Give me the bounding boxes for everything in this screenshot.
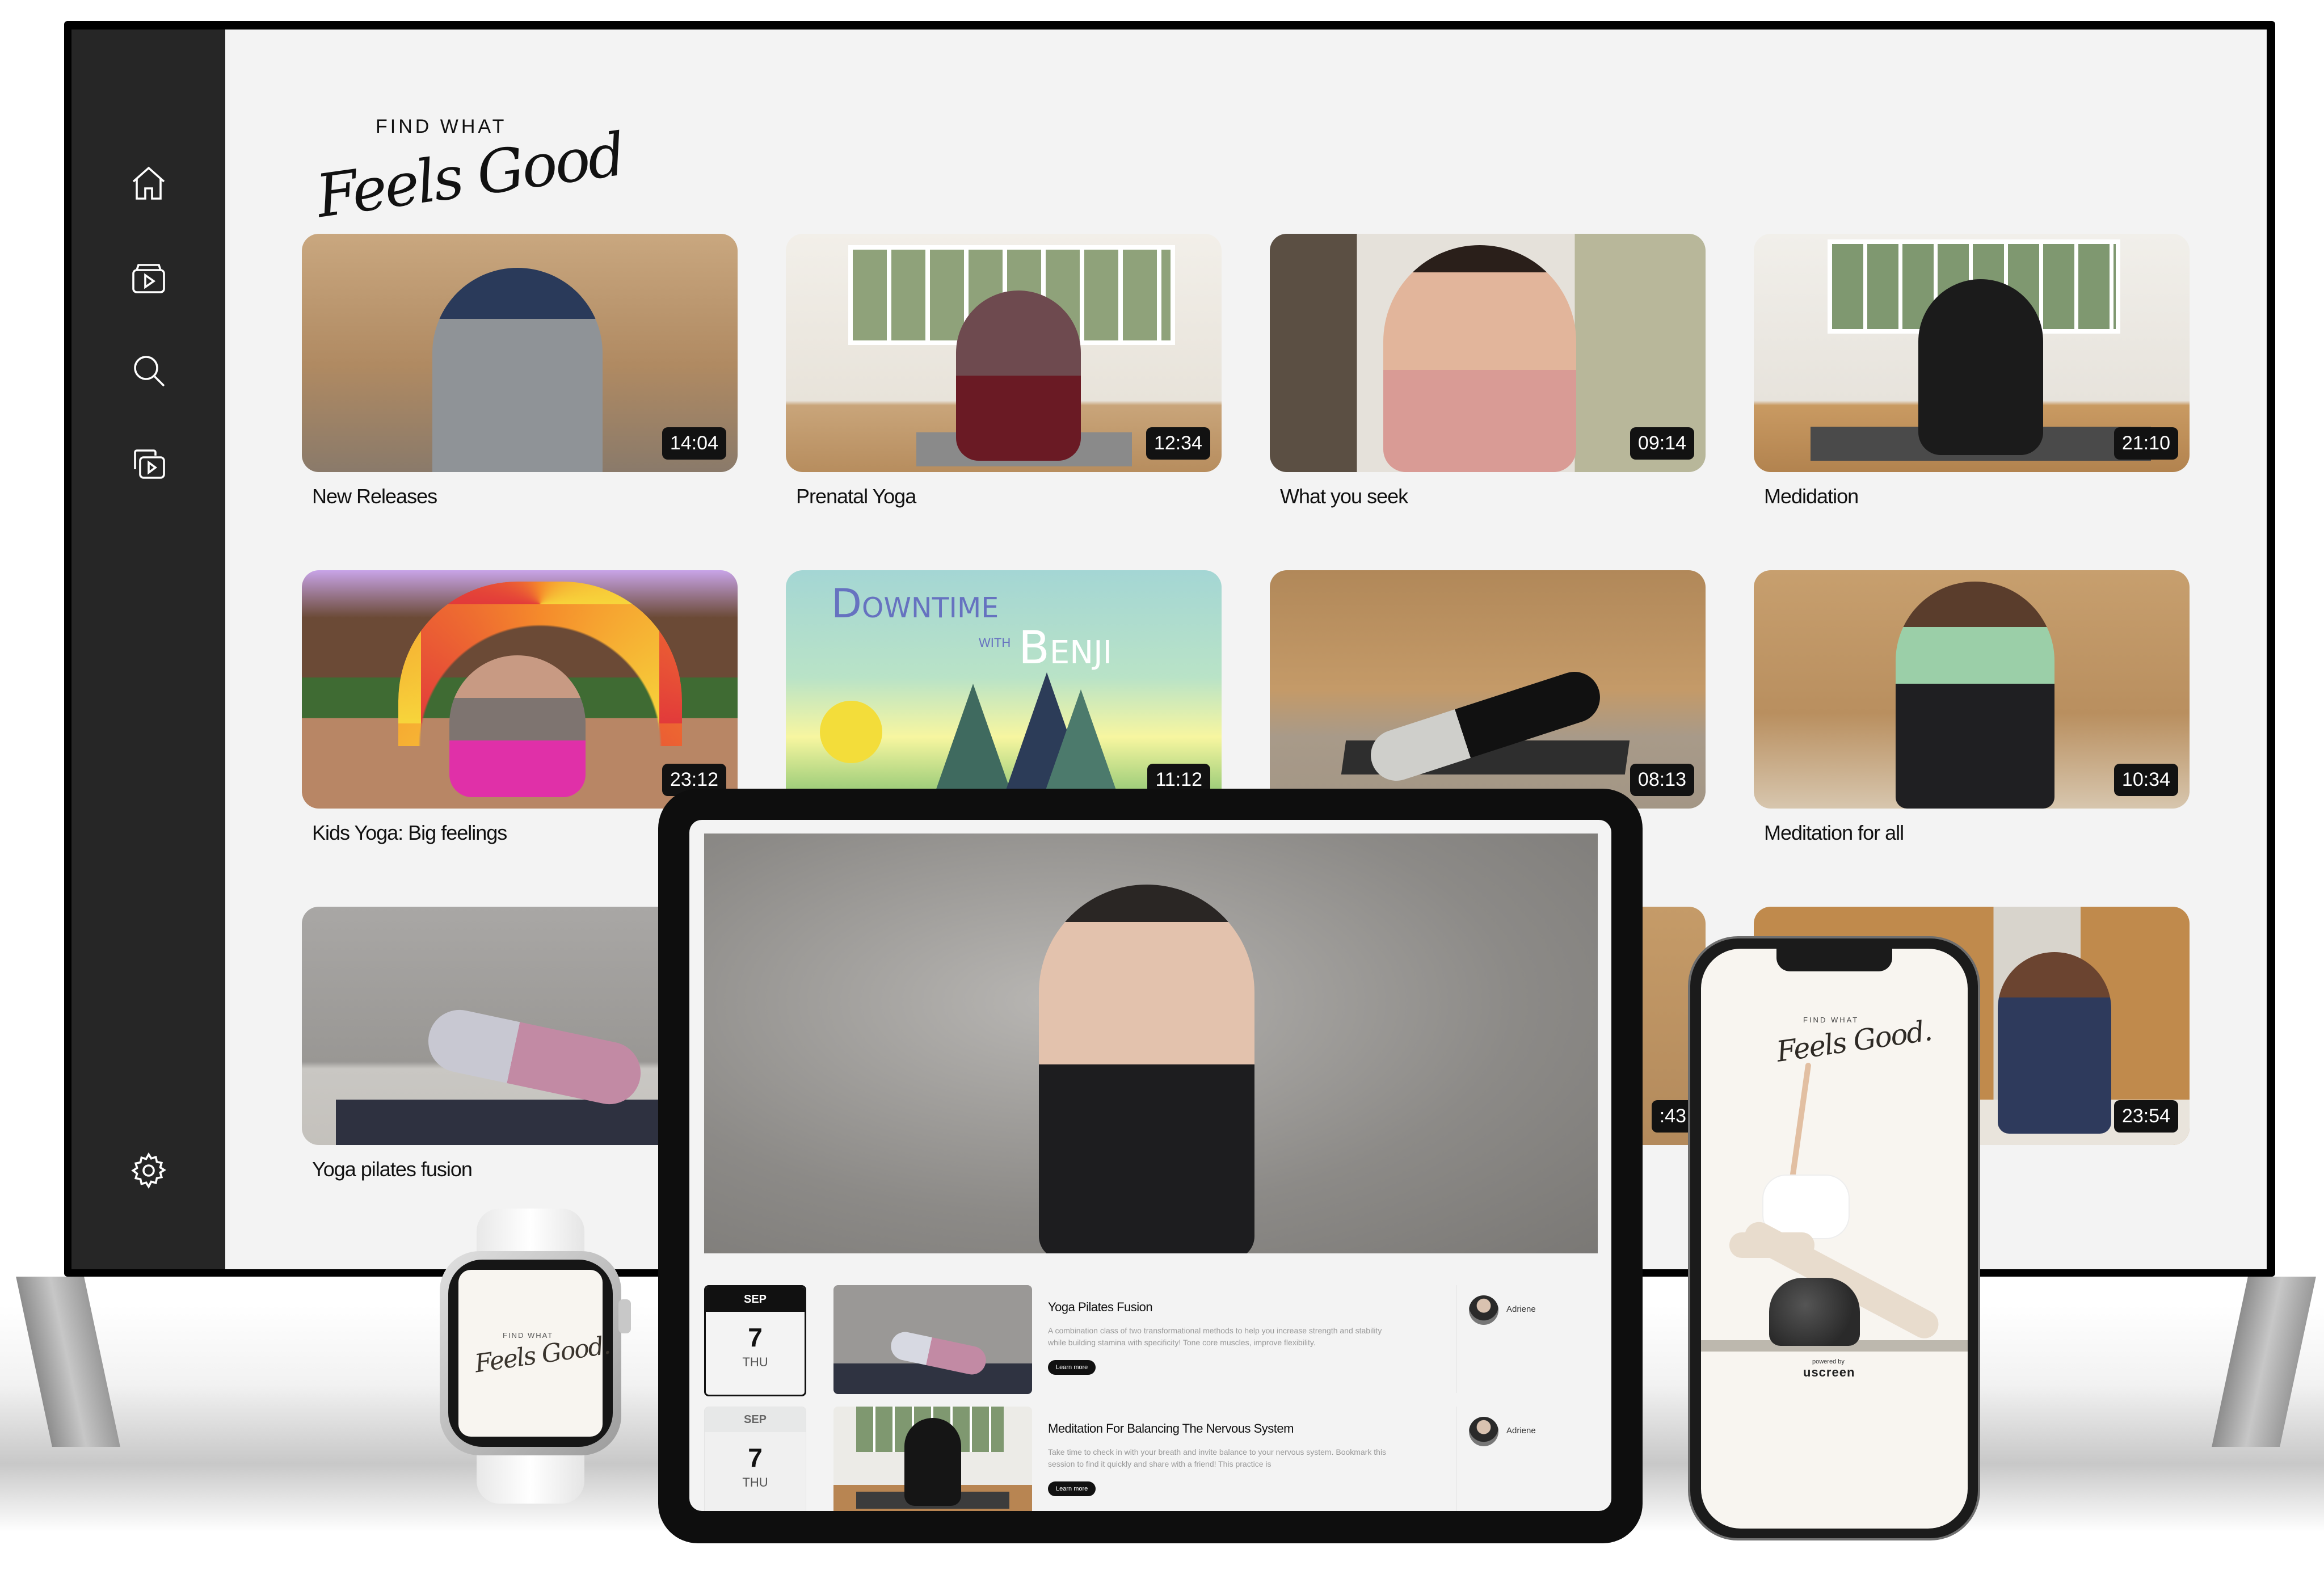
event-row[interactable]: SEP 7 THU Meditation For Balancing The N… bbox=[704, 1407, 1598, 1511]
instructor-arm bbox=[1789, 1062, 1812, 1181]
author-name[interactable]: Adriene bbox=[1506, 1426, 1536, 1436]
video-title: New Releases bbox=[312, 485, 437, 508]
phone-notch bbox=[1776, 949, 1892, 971]
instructor-leg bbox=[1729, 1232, 1814, 1258]
hero-video[interactable] bbox=[704, 834, 1598, 1253]
event-description: Take time to check in with your breath a… bbox=[1048, 1447, 1387, 1468]
date-month: SEP bbox=[706, 1287, 805, 1312]
date-badge: SEP 7 THU bbox=[704, 1407, 806, 1511]
event-row[interactable]: SEP 7 THU Yoga Pilates Fusion A combinat… bbox=[704, 1285, 1598, 1399]
dog bbox=[1769, 1278, 1860, 1346]
video-thumbnail[interactable]: 10:34 bbox=[1754, 570, 2190, 809]
video-title: Prenatal Yoga bbox=[796, 485, 916, 508]
video-thumbnail[interactable]: 23:12 bbox=[302, 570, 738, 809]
search-icon[interactable] bbox=[128, 350, 169, 391]
duration-badge: 21:10 bbox=[2114, 427, 2178, 460]
duration-badge: 09:14 bbox=[1630, 427, 1694, 460]
art-title: Downtime bbox=[831, 580, 999, 627]
event-title: Yoga Pilates Fusion bbox=[1048, 1300, 1153, 1314]
sidebar bbox=[71, 30, 225, 1269]
watch-logo-small: FIND WHAT bbox=[503, 1331, 554, 1340]
video-title: What you seek bbox=[1280, 485, 1408, 508]
video-library-icon[interactable] bbox=[128, 256, 169, 297]
event-title: Meditation For Balancing The Nervous Sys… bbox=[1048, 1421, 1294, 1436]
art-with: with bbox=[979, 635, 1011, 650]
instructor-figure bbox=[1039, 885, 1254, 1253]
phone-screen: FIND WHAT Feels Good. powered by uscreen bbox=[1701, 949, 1968, 1529]
date-weekday: THU bbox=[742, 1355, 768, 1369]
event-thumbnail[interactable] bbox=[833, 1407, 1032, 1511]
instructor-figure bbox=[432, 268, 603, 472]
instructor-figure bbox=[422, 1004, 647, 1110]
playlists-icon[interactable] bbox=[128, 444, 169, 485]
date-day: 7 bbox=[748, 1323, 763, 1352]
learn-more-button[interactable]: Learn more bbox=[1048, 1360, 1096, 1375]
instructor-figure bbox=[888, 1329, 989, 1378]
date-month: SEP bbox=[705, 1407, 806, 1432]
video-card[interactable]: 21:10 Medidation bbox=[1754, 234, 2190, 508]
event-thumbnail[interactable] bbox=[833, 1285, 1032, 1394]
duration-badge: 10:34 bbox=[2114, 764, 2178, 796]
date-badge: SEP 7 THU bbox=[704, 1285, 806, 1396]
video-thumbnail[interactable]: 21:10 bbox=[1754, 234, 2190, 472]
video-card[interactable]: 08:13 bbox=[1270, 570, 1706, 809]
brand-logo: FIND WHAT Feels Good bbox=[310, 86, 628, 231]
watch-crown[interactable] bbox=[618, 1299, 631, 1333]
instructor-figure bbox=[1918, 279, 2043, 455]
art-name: Benji bbox=[1018, 621, 1113, 674]
learn-more-button[interactable]: Learn more bbox=[1048, 1481, 1096, 1496]
powered-by-text: powered by bbox=[1812, 1358, 1845, 1365]
duration-badge: 12:34 bbox=[1146, 427, 1210, 460]
sun bbox=[820, 701, 882, 763]
tablet-screen: SEP 7 THU Yoga Pilates Fusion A combinat… bbox=[689, 820, 1611, 1511]
instructor-figure bbox=[1383, 245, 1576, 472]
video-title: Meditation for all bbox=[1764, 821, 1904, 844]
video-thumbnail[interactable]: 08:13 bbox=[1270, 570, 1706, 809]
date-day: 7 bbox=[748, 1443, 763, 1472]
video-thumbnail[interactable]: 09:14 bbox=[1270, 234, 1706, 472]
instructor-figure bbox=[904, 1418, 961, 1506]
tree bbox=[933, 684, 1013, 797]
phone-logo-small: FIND WHAT bbox=[1803, 1016, 1859, 1024]
home-icon[interactable] bbox=[128, 163, 169, 204]
logo-small-text: FIND WHAT bbox=[376, 116, 507, 137]
duration-badge: 14:04 bbox=[662, 427, 726, 460]
instructor-figure bbox=[1998, 952, 2111, 1134]
video-card[interactable]: 09:14 What you seek bbox=[1270, 234, 1706, 508]
instructor-torso bbox=[1763, 1176, 1849, 1238]
video-thumbnail[interactable]: 14:04 bbox=[302, 234, 738, 472]
author-avatar bbox=[1469, 1295, 1498, 1325]
video-card[interactable]: 14:04 New Releases bbox=[302, 234, 738, 508]
watch-screen: FIND WHAT Feels Good. bbox=[458, 1270, 612, 1437]
uscreen-brand: uscreen bbox=[1803, 1365, 1855, 1379]
gear-icon[interactable] bbox=[128, 1150, 169, 1191]
video-title: Medidation bbox=[1764, 485, 1859, 508]
date-weekday: THU bbox=[742, 1475, 768, 1489]
video-card[interactable]: 10:34 Meditation for all bbox=[1754, 570, 2190, 845]
instructor-figure bbox=[449, 655, 586, 797]
video-card[interactable]: 12:34 Prenatal Yoga bbox=[786, 234, 1222, 508]
video-thumbnail[interactable]: Downtime with Benji 11:12 bbox=[786, 570, 1222, 809]
duration-badge: 08:13 bbox=[1630, 764, 1694, 796]
author-avatar bbox=[1469, 1417, 1498, 1446]
tree bbox=[1041, 689, 1121, 803]
instructor-figure bbox=[956, 291, 1081, 461]
video-card[interactable]: Downtime with Benji 11:12 bbox=[786, 570, 1222, 809]
video-thumbnail[interactable]: 12:34 bbox=[786, 234, 1222, 472]
instructor-figure bbox=[1896, 582, 2054, 809]
author-name[interactable]: Adriene bbox=[1506, 1304, 1536, 1314]
event-description: A combination class of two transformatio… bbox=[1048, 1326, 1382, 1347]
duration-badge: 23:54 bbox=[2114, 1100, 2178, 1133]
